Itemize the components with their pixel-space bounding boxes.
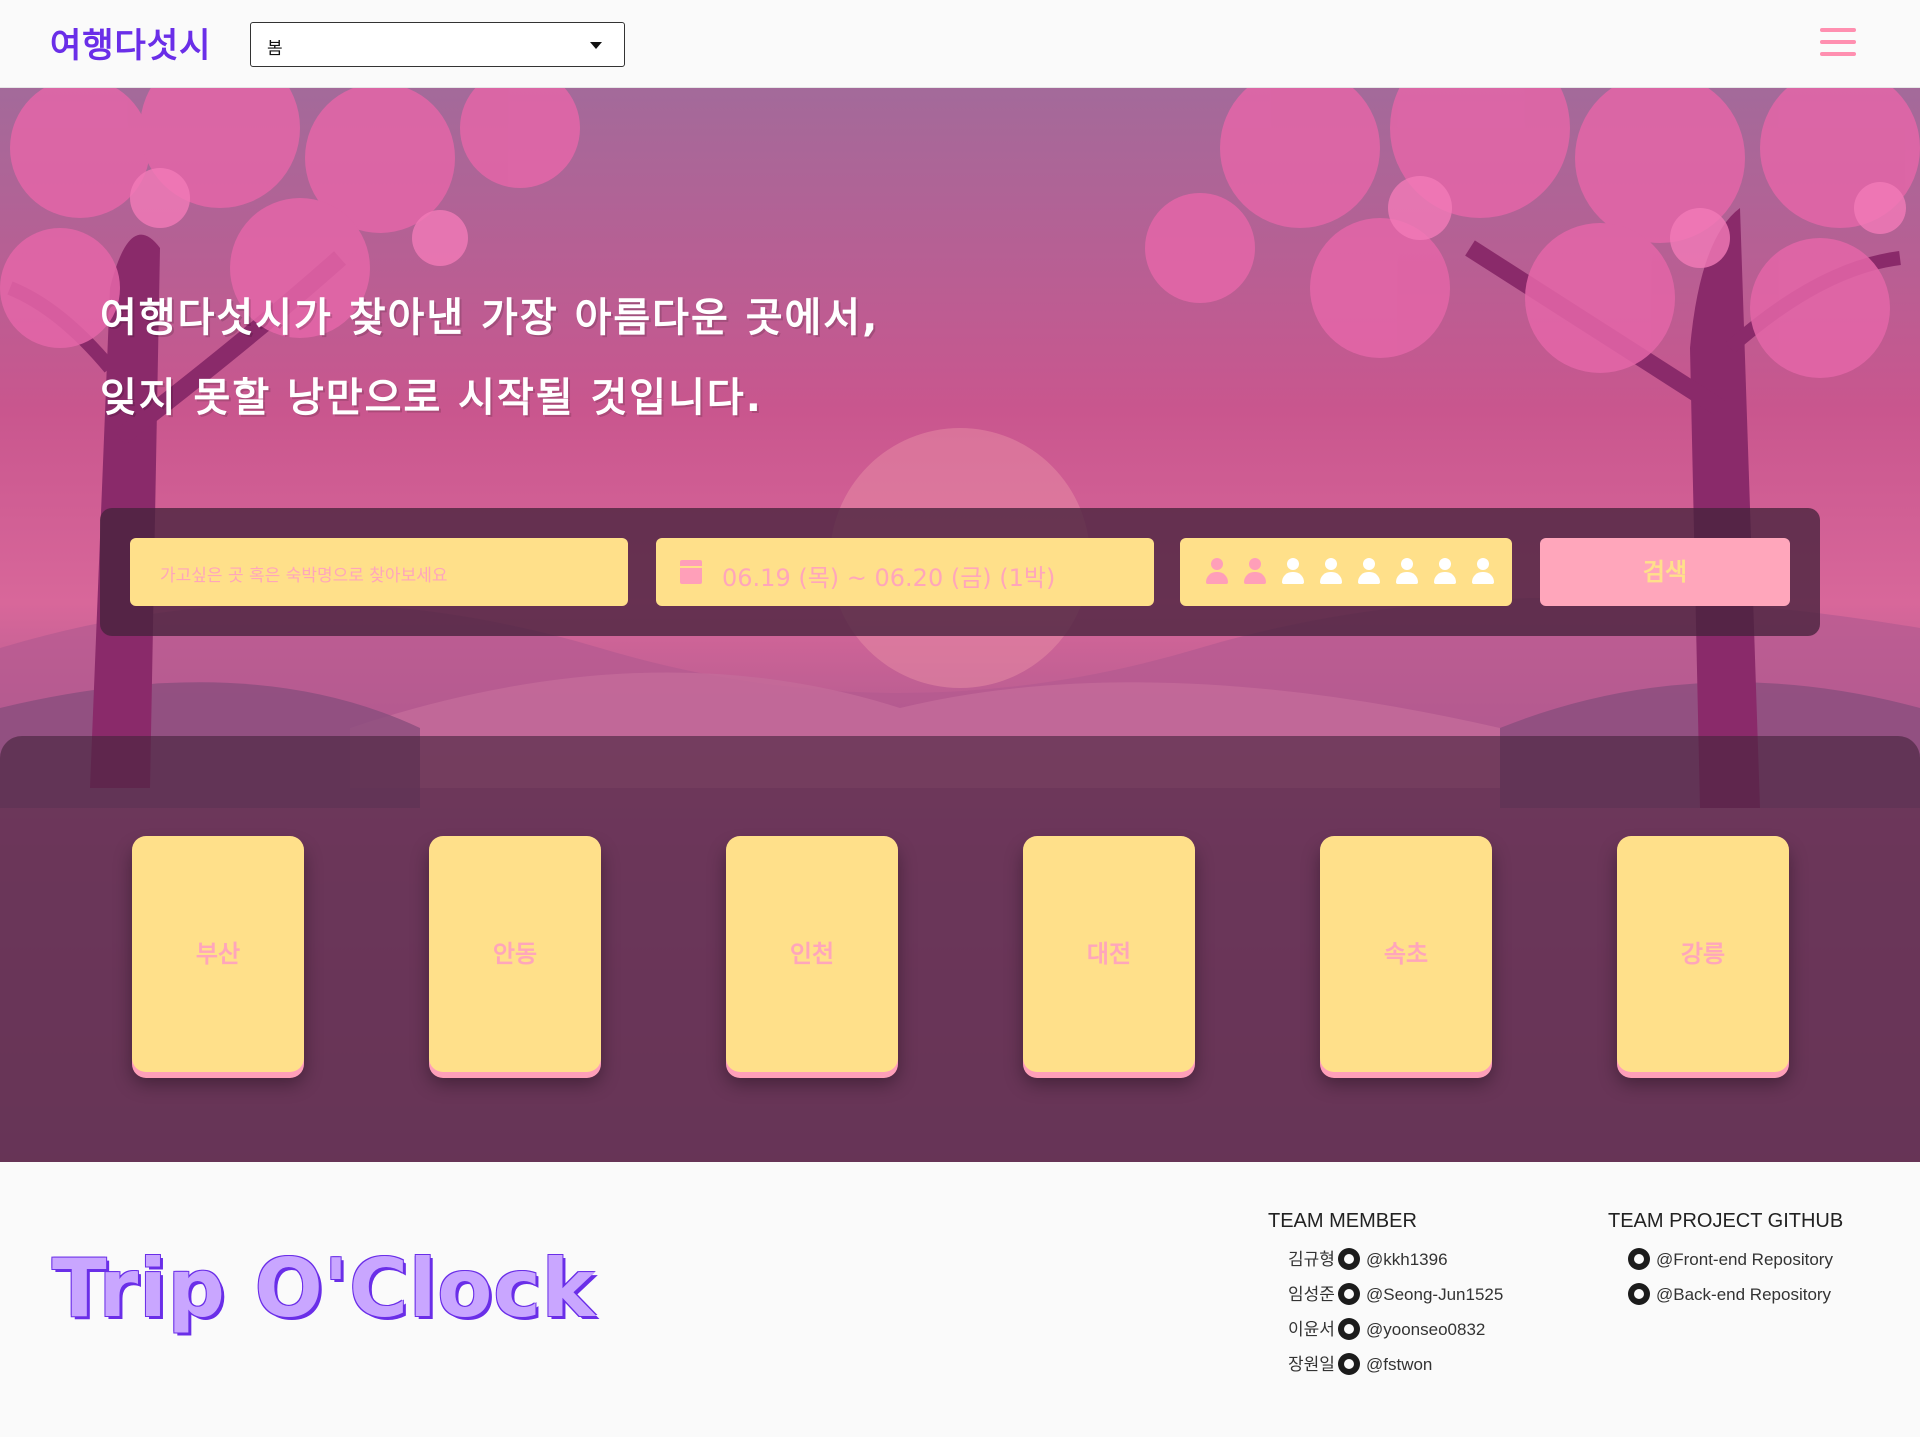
destination-input[interactable]: 가고싶은 곳 혹은 숙박명으로 찾아보세요 [130,538,628,606]
city-card-label: 속초 [1383,940,1429,968]
member-name: 임성준 [1288,1285,1335,1304]
person-icon[interactable] [1470,558,1496,586]
member-name: 이윤서 [1288,1320,1335,1339]
city-card[interactable]: 안동 [429,836,601,1072]
search-button[interactable]: 검색 [1540,538,1790,606]
hero-headline-line-2: 잊지 못할 낭만으로 시작될 것입니다. [100,375,763,421]
search-bar: 가고싶은 곳 혹은 숙박명으로 찾아보세요 06.19 (목) ~ 06.20 … [100,508,1820,636]
github-icon [1628,1282,1650,1305]
person-icon[interactable] [1280,558,1306,586]
footer-brand-logo: Trip O'Clock [52,1242,596,1335]
person-icon[interactable] [1356,558,1382,586]
city-card-label: 인천 [789,940,835,968]
hero-section: 여행다섯시가 찾아낸 가장 아름다운 곳에서, 잊지 못할 낭만으로 시작될 것… [0,88,1920,1162]
person-icon[interactable] [1242,558,1268,586]
team-member-title: TEAM MEMBER [1268,1210,1417,1232]
hamburger-icon[interactable] [1820,28,1856,60]
calendar-icon [680,560,702,584]
team-member-row: 김규형 @kkh1396 [1288,1247,1448,1273]
city-card-label: 대전 [1086,940,1132,968]
hero-headline: 여행다섯시가 찾아낸 가장 아름다운 곳에서, 잊지 못할 낭만으로 시작될 것… [100,278,879,438]
team-member-row: 이윤서 @yoonseo0832 [1288,1317,1485,1343]
site-logo[interactable]: 여행다섯시 [50,18,211,67]
season-select-value: 봄 [267,39,283,59]
city-card[interactable]: 강릉 [1617,836,1789,1072]
top-nav: 여행다섯시 봄 [0,0,1920,88]
footer: Trip O'Clock TEAM MEMBER 김규형 @kkh1396 임성준 @… [0,1162,1920,1437]
date-range-text: 06.19 (목) ~ 06.20 (금) (1박) [722,564,1056,592]
member-name: 장원일 [1288,1355,1335,1374]
city-card-row: 부산 안동 인천 대전 속초 강릉 [0,736,1920,1162]
repo-row: @Back-end Repository [1628,1282,1831,1308]
person-icon[interactable] [1432,558,1458,586]
city-card[interactable]: 부산 [132,836,304,1072]
person-icon[interactable] [1318,558,1344,586]
github-icon [1628,1247,1650,1270]
repo-link[interactable]: @Front-end Repository [1656,1250,1833,1269]
season-select[interactable]: 봄 [250,22,625,67]
destination-placeholder: 가고싶은 곳 혹은 숙박명으로 찾아보세요 [160,566,448,586]
city-card[interactable]: 속초 [1320,836,1492,1072]
member-github-link[interactable]: @fstwon [1366,1355,1432,1374]
city-card-label: 부산 [195,940,241,968]
member-github-link[interactable]: @Seong-Jun1525 [1366,1285,1503,1304]
github-icon [1338,1317,1360,1340]
city-card[interactable]: 대전 [1023,836,1195,1072]
member-github-link[interactable]: @kkh1396 [1366,1250,1448,1269]
person-icon[interactable] [1394,558,1420,586]
github-icon [1338,1247,1360,1270]
team-member-row: 임성준 @Seong-Jun1525 [1288,1282,1503,1308]
chevron-down-icon [590,42,602,49]
team-member-row: 장원일 @fstwon [1288,1352,1432,1378]
github-icon [1338,1352,1360,1375]
city-card-label: 안동 [492,940,538,968]
member-github-link[interactable]: @yoonseo0832 [1366,1320,1485,1339]
city-card[interactable]: 인천 [726,836,898,1072]
github-icon [1338,1282,1360,1305]
hero-headline-line-1: 여행다섯시가 찾아낸 가장 아름다운 곳에서, [100,295,880,341]
person-icon[interactable] [1204,558,1230,586]
member-name: 김규형 [1288,1250,1335,1269]
city-card-label: 강릉 [1680,940,1726,968]
github-title: TEAM PROJECT GITHUB [1608,1210,1844,1232]
repo-row: @Front-end Repository [1628,1247,1833,1273]
guest-count-selector[interactable] [1180,538,1512,606]
repo-link[interactable]: @Back-end Repository [1656,1285,1831,1304]
date-range-picker[interactable]: 06.19 (목) ~ 06.20 (금) (1박) [656,538,1154,606]
